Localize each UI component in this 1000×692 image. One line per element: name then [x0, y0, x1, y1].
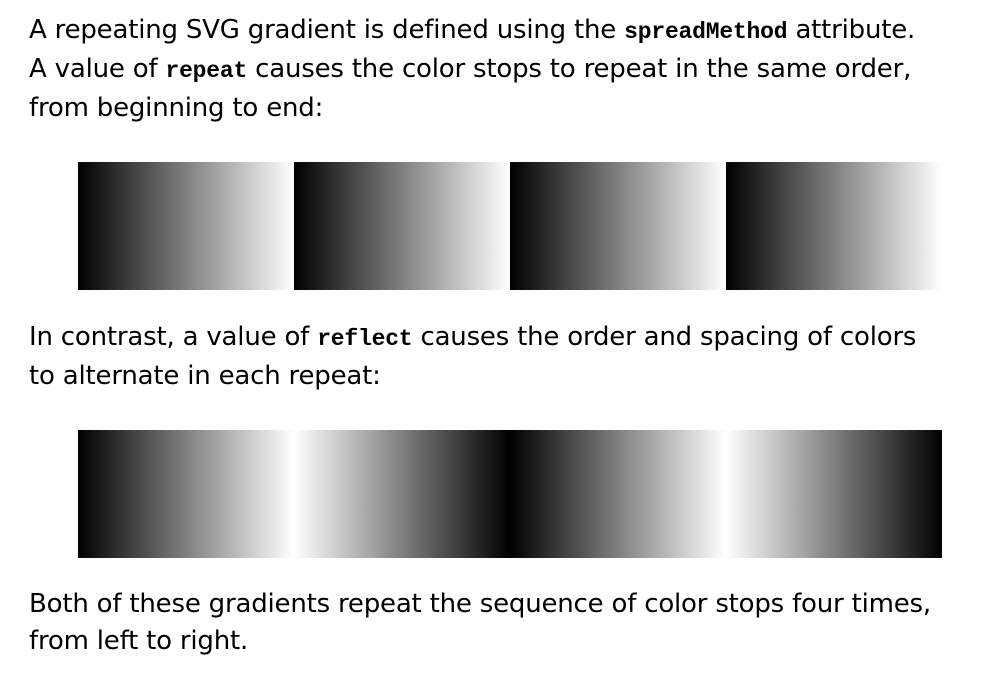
summary-paragraph: Both of these gradients repeat the seque… [29, 586, 989, 660]
reflect-gradient-swatch [78, 430, 942, 558]
repeat-code: repeat [165, 58, 248, 84]
intro-line-1-text-a: A repeating SVG gradient is defined usin… [29, 15, 625, 45]
reflect-gradient-fill [78, 430, 942, 558]
contrast-line-1-text-a: In contrast, a value of [29, 322, 318, 352]
repeat-gradient-swatch [78, 162, 942, 290]
contrast-line-1-text-b: causes the order and spacing of colors [412, 322, 917, 352]
intro-line-3-text: from beginning to end: [29, 93, 324, 123]
summary-line-1-text: Both of these gradients repeat the seque… [29, 589, 931, 619]
contrast-paragraph: In contrast, a value of reflect causes t… [29, 319, 989, 395]
summary-line-2-text: from left to right. [29, 626, 249, 656]
spreadmethod-code: spreadMethod [624, 19, 788, 45]
intro-line-2-text-b: causes the color stops to repeat in the … [247, 54, 912, 84]
repeat-gradient-fill [78, 162, 942, 290]
intro-line-2-text-a: A value of [29, 54, 166, 84]
contrast-line-2-text: to alternate in each repeat: [29, 361, 381, 391]
intro-line-1-text-b: attribute. [787, 15, 916, 45]
intro-paragraph: A repeating SVG gradient is defined usin… [29, 12, 989, 127]
reflect-code: reflect [317, 326, 413, 352]
